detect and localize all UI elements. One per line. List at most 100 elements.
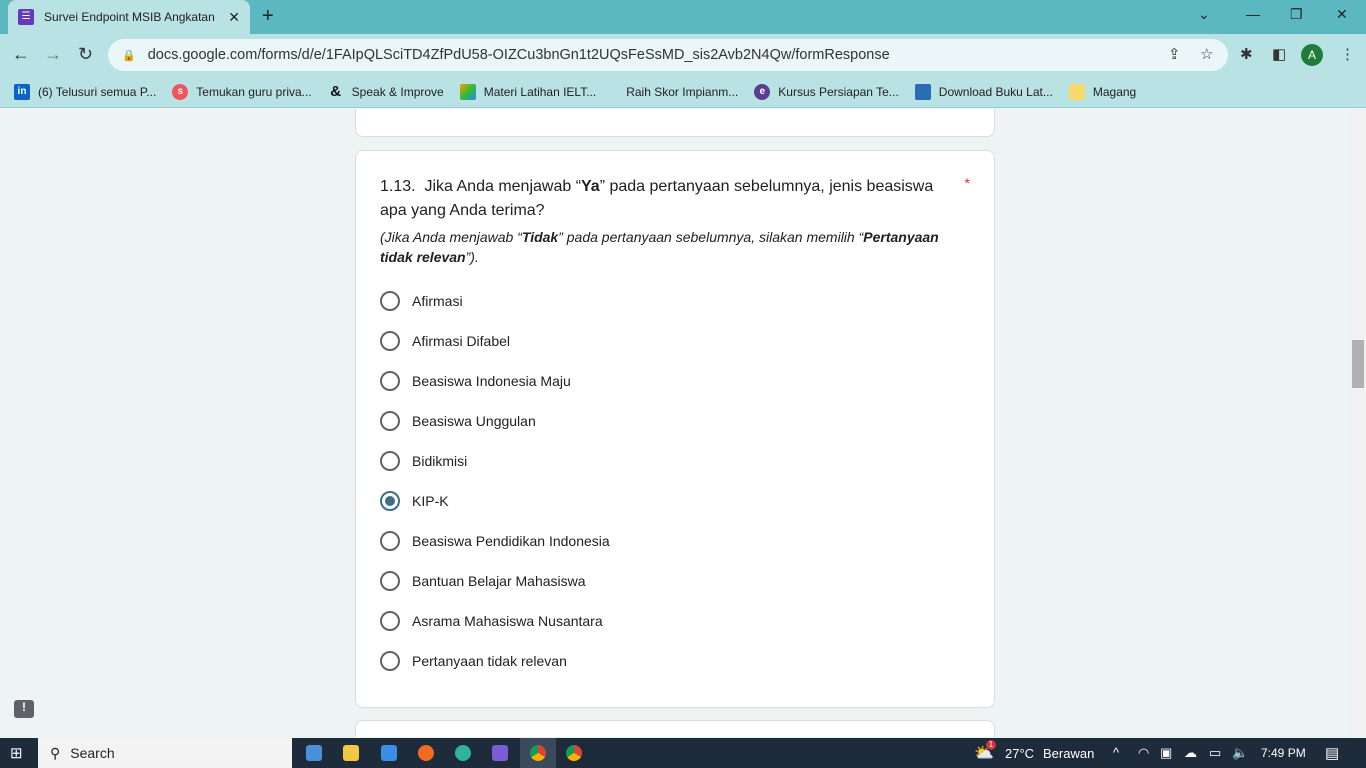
bookmark-kursus[interactable]: e Kursus Persiapan Te...	[754, 83, 899, 100]
radio-button[interactable]	[380, 411, 400, 431]
option-beasiswa-indonesia-maju[interactable]: Beasiswa Indonesia Maju	[380, 371, 571, 391]
menu-icon[interactable]: ⋮	[1340, 45, 1355, 63]
mail-icon[interactable]	[381, 745, 397, 761]
bookmarks-bar: in (6) Telusuri semua P... s Temukan guru …	[0, 76, 1366, 108]
radio-button[interactable]	[380, 531, 400, 551]
ampersand-icon: &	[330, 82, 342, 100]
task-view-icon[interactable]	[306, 745, 322, 761]
bookmark-label: Raih Skor Impianm...	[626, 84, 739, 99]
option-pertanyaan-tidak-relevan[interactable]: Pertanyaan tidak relevan	[380, 651, 567, 671]
forward-icon[interactable]: →	[44, 44, 62, 65]
bookmark-ielts[interactable]: Materi Latihan IELT...	[459, 83, 597, 100]
close-window-button[interactable]: ✕	[1336, 6, 1348, 23]
bookmark-speak[interactable]: & Speak & Improve	[328, 82, 443, 100]
option-bidikmisi[interactable]: Bidikmisi	[380, 451, 467, 471]
option-afirmasi[interactable]: Afirmasi	[380, 291, 463, 311]
bookmark-label: Magang	[1092, 84, 1137, 99]
bookmark-download[interactable]: Download Buku Lat...	[914, 83, 1053, 100]
radio-button[interactable]	[380, 371, 400, 391]
browser-toolbar: ← → ↻ 🔒 docs.google.com/forms/d/e/1FAIpQ…	[0, 34, 1366, 76]
title-bar: ☰ Survei Endpoint MSIB Angkatan ✕ + ⌄ — …	[0, 0, 1366, 34]
question-number: 1.13.	[380, 178, 416, 195]
clock[interactable]: 7:49 PM	[1261, 746, 1306, 760]
option-bantuan-belajar-mahasiswa[interactable]: Bantuan Belajar Mahasiswa	[380, 571, 586, 591]
radio-button[interactable]	[380, 451, 400, 471]
weather-badge: 1	[986, 740, 996, 750]
radio-button[interactable]	[380, 611, 400, 631]
radio-button[interactable]	[380, 491, 400, 511]
bookmark-linkedin[interactable]: in (6) Telusuri semua P...	[14, 83, 157, 100]
onedrive-icon[interactable]: ☁	[1184, 745, 1197, 761]
desc-text: (Jika Anda menjawab “	[380, 229, 522, 245]
wifi-icon[interactable]: ◠	[1138, 745, 1149, 761]
option-asrama-mahasiswa-nusantara[interactable]: Asrama Mahasiswa Nusantara	[380, 611, 603, 631]
tab-search-icon[interactable]: ⌄	[1198, 6, 1210, 23]
bookmark-icon	[459, 83, 476, 100]
radio-button[interactable]	[380, 291, 400, 311]
previous-question-card	[355, 109, 995, 137]
close-tab-icon[interactable]: ✕	[228, 9, 240, 26]
app-icon[interactable]	[492, 745, 508, 761]
option-afirmasi-difabel[interactable]: Afirmasi Difabel	[380, 331, 510, 351]
volume-icon[interactable]: 🔈	[1232, 745, 1248, 761]
url-text: docs.google.com/forms/d/e/1FAIpQLSciTD4Z…	[147, 47, 890, 63]
chrome-icon[interactable]	[530, 745, 546, 761]
new-tab-button[interactable]: +	[262, 5, 274, 28]
scrollbar[interactable]	[1350, 109, 1366, 737]
radio-button[interactable]	[380, 331, 400, 351]
minimize-button[interactable]: —	[1246, 6, 1260, 22]
notifications-icon[interactable]: ▤	[1325, 744, 1339, 762]
option-label: Afirmasi Difabel	[412, 333, 511, 349]
windows-start-icon[interactable]: ⊞	[10, 744, 23, 762]
tray-chevron-icon[interactable]: ^	[1113, 745, 1119, 760]
bookmark-icon: s	[172, 83, 189, 100]
option-beasiswa-pendidikan-indonesia[interactable]: Beasiswa Pendidikan Indonesia	[380, 531, 610, 551]
share-icon[interactable]: ⇪	[1168, 45, 1181, 63]
bookmark-label: (6) Telusuri semua P...	[38, 84, 157, 99]
taskbar-search[interactable]: ⚲ Search	[38, 738, 292, 768]
file-explorer-icon[interactable]	[343, 745, 359, 761]
reload-icon[interactable]: ↻	[78, 44, 93, 65]
address-bar[interactable]: 🔒 docs.google.com/forms/d/e/1FAIpQLSciTD…	[108, 39, 1228, 71]
firefox-icon[interactable]	[418, 745, 434, 761]
back-icon[interactable]: ←	[12, 44, 30, 65]
restore-button[interactable]: ❐	[1290, 6, 1303, 23]
option-kip-k[interactable]: KIP-K	[380, 491, 449, 511]
google-forms-icon: ☰	[18, 9, 34, 25]
weather-temp[interactable]: 27°C	[1005, 746, 1034, 761]
option-label: Bidikmisi	[412, 453, 468, 469]
question-card: 1.13. Jika Anda menjawab “Ya ” pada perta…	[355, 150, 995, 708]
option-label: Asrama Mahasiswa Nusantara	[412, 613, 603, 629]
bookmark-guru[interactable]: s Temukan guru priva...	[172, 83, 312, 100]
profile-avatar[interactable]: A	[1301, 44, 1323, 66]
option-label: Beasiswa Unggulan	[412, 413, 536, 429]
bookmark-label: Materi Latihan IELT...	[483, 84, 597, 99]
desc-text: ”).	[465, 249, 479, 265]
bookmark-magang[interactable]: Magang	[1068, 83, 1137, 100]
bookmark-icon: e	[754, 83, 771, 100]
bookmark-raih[interactable]: Raih Skor Impianm...	[626, 85, 738, 99]
scrollbar-thumb[interactable]	[1352, 340, 1364, 388]
battery-icon[interactable]: ▭	[1209, 745, 1221, 761]
side-panel-icon[interactable]: ◧	[1272, 45, 1286, 63]
taskbar: ⊞ ⚲ Search ⛅ 1 27°C Berawan ^ ◠ ▣ ☁ ▭ 🔈 7…	[0, 738, 1366, 768]
weather-text[interactable]: Berawan	[1043, 746, 1094, 761]
edge-icon[interactable]	[455, 745, 471, 761]
browser-tab[interactable]: ☰ Survei Endpoint MSIB Angkatan ✕	[8, 0, 250, 34]
desc-text: ” pada pertanyaan sebelumnya, silakan me…	[558, 229, 864, 245]
bookmark-icon	[914, 83, 931, 100]
radio-button[interactable]	[380, 571, 400, 591]
bookmark-star-icon[interactable]: ☆	[1200, 45, 1213, 63]
extensions-icon[interactable]: ✱	[1240, 45, 1253, 63]
search-icon: ⚲	[50, 744, 61, 761]
lock-icon: 🔒	[122, 49, 136, 62]
camera-icon[interactable]: ▣	[1160, 745, 1172, 761]
bookmark-label: Temukan guru priva...	[196, 84, 312, 99]
option-label: KIP-K	[412, 493, 449, 509]
option-beasiswa-unggulan[interactable]: Beasiswa Unggulan	[380, 411, 536, 431]
chrome-icon-2[interactable]	[566, 745, 582, 761]
radio-button[interactable]	[380, 651, 400, 671]
report-feedback-icon[interactable]: !	[14, 700, 34, 718]
next-question-card	[355, 720, 995, 737]
folder-icon	[1068, 83, 1085, 100]
